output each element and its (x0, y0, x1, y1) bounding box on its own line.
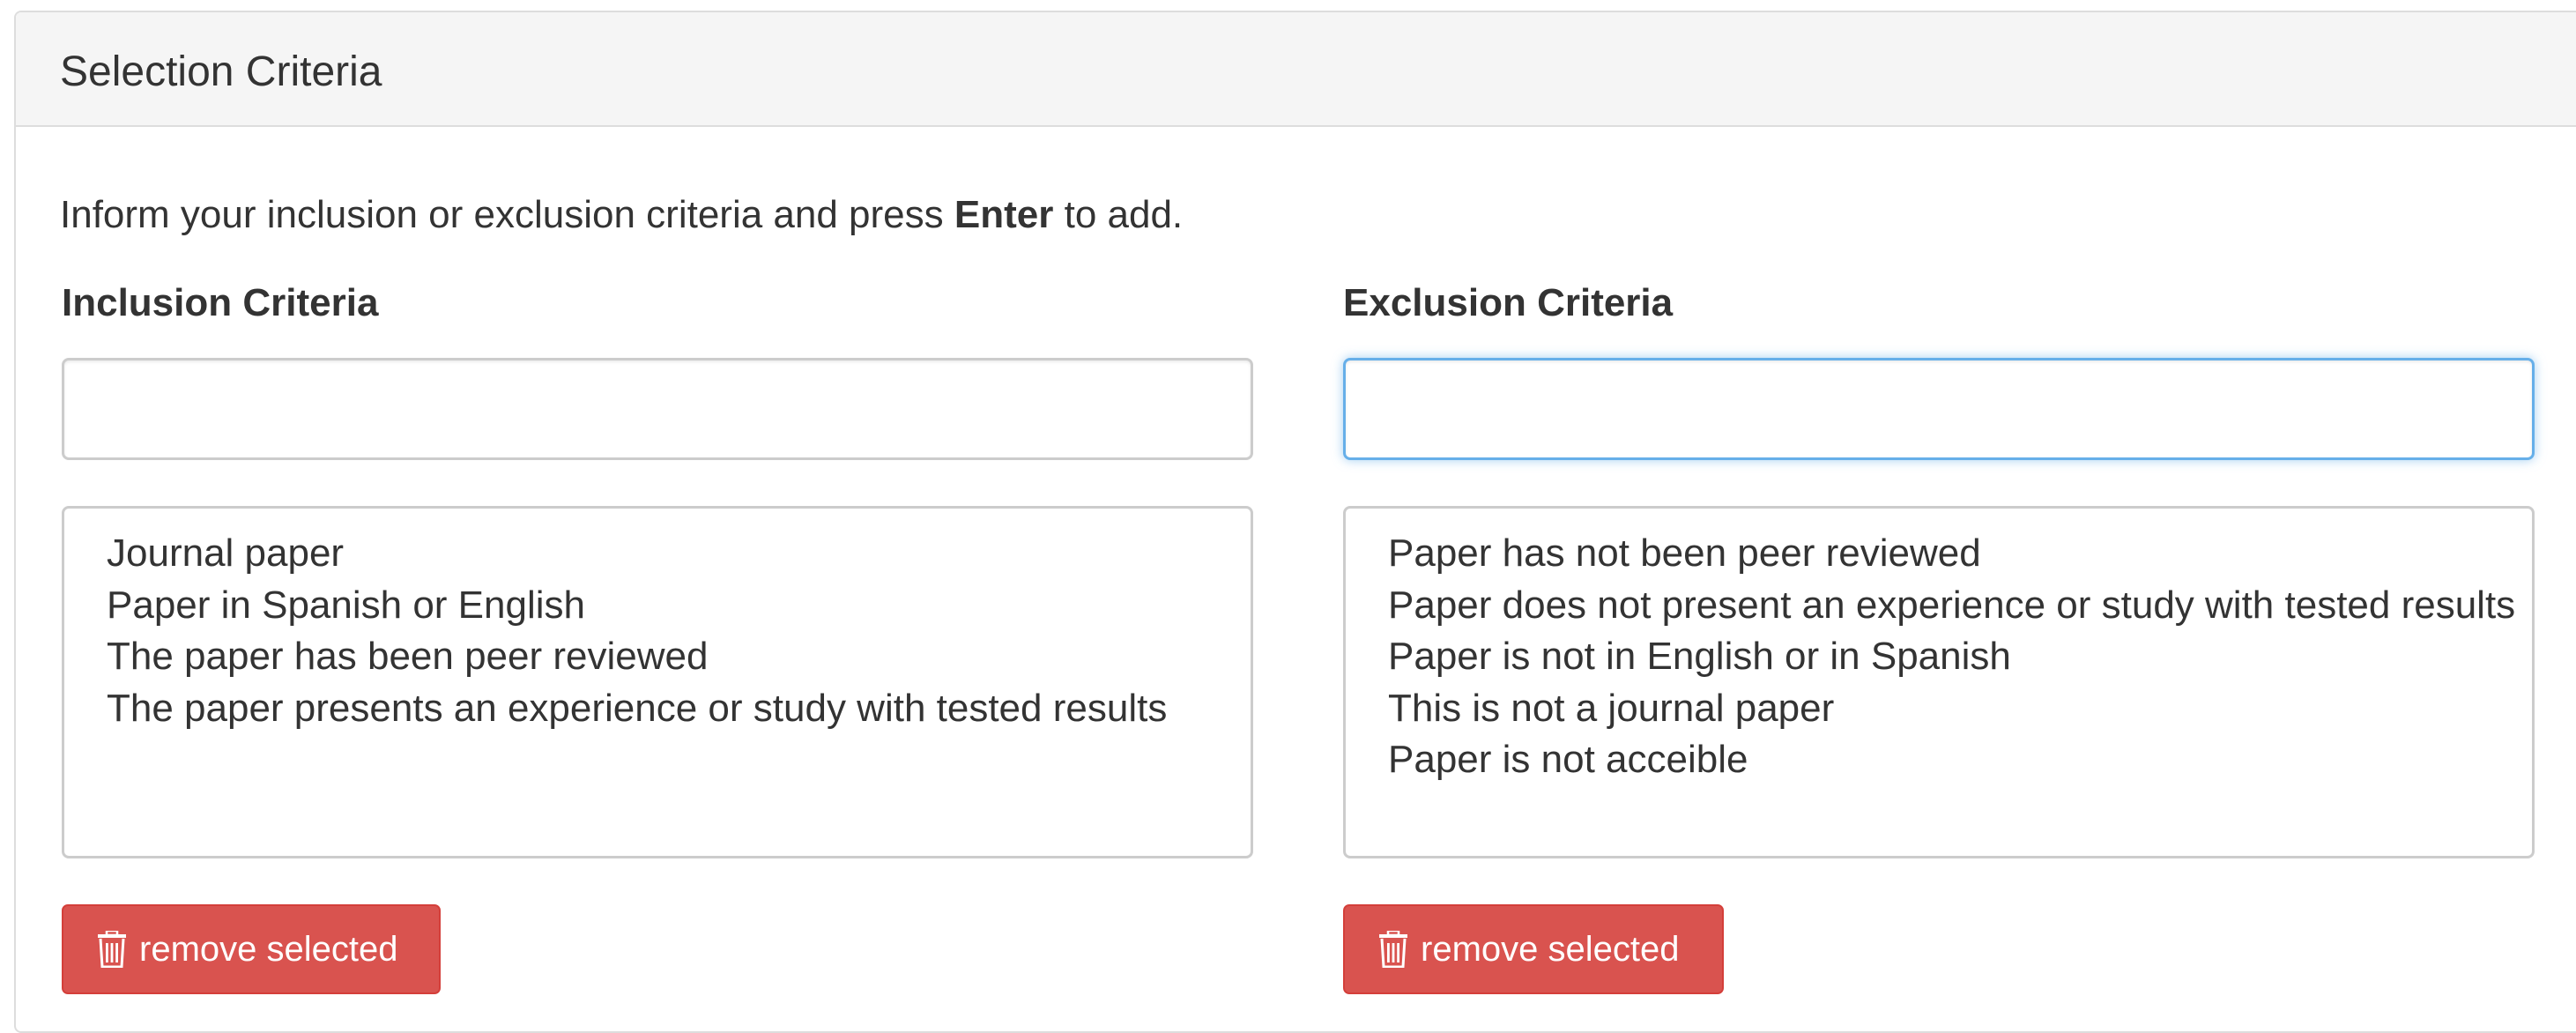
selection-criteria-panel: Selection Criteria Inform your inclusion… (14, 11, 2576, 1033)
list-item[interactable]: The paper presents an experience or stud… (107, 683, 1251, 735)
list-item[interactable]: Journal paper (107, 528, 1251, 580)
panel-title: Selection Criteria (60, 48, 382, 95)
help-text-prefix: Inform your inclusion or exclusion crite… (60, 193, 954, 236)
trash-icon (1378, 931, 1408, 968)
help-text: Inform your inclusion or exclusion crite… (60, 189, 1183, 242)
list-item[interactable]: Paper does not present an experience or … (1388, 580, 2532, 632)
help-text-key: Enter (954, 193, 1054, 236)
list-item[interactable]: The paper has been peer reviewed (107, 631, 1251, 683)
exclusion-column: Exclusion Criteria Paper has not been pe… (1343, 277, 2535, 994)
remove-selected-label: remove selected (139, 929, 398, 969)
remove-selected-inclusion-button[interactable]: remove selected (62, 904, 441, 994)
inclusion-label: Inclusion Criteria (62, 281, 379, 324)
list-item[interactable]: Paper is not in English or in Spanish (1388, 631, 2532, 683)
list-item[interactable]: Paper in Spanish or English (107, 580, 1251, 632)
trash-icon (97, 931, 127, 968)
help-text-suffix: to add. (1053, 193, 1184, 236)
exclusion-criteria-input[interactable] (1343, 358, 2535, 460)
remove-selected-exclusion-button[interactable]: remove selected (1343, 904, 1724, 994)
inclusion-criteria-list[interactable]: Journal paper Paper in Spanish or Englis… (62, 506, 1253, 858)
inclusion-column: Inclusion Criteria Journal paper Paper i… (62, 277, 1253, 994)
list-item[interactable]: This is not a journal paper (1388, 683, 2532, 735)
remove-selected-label: remove selected (1421, 929, 1680, 969)
exclusion-label: Exclusion Criteria (1343, 281, 1674, 324)
list-item[interactable]: Paper has not been peer reviewed (1388, 528, 2532, 580)
inclusion-criteria-input[interactable] (62, 358, 1253, 460)
panel-heading: Selection Criteria (16, 12, 2576, 127)
list-item[interactable]: Paper is not acceible (1388, 734, 2532, 786)
exclusion-criteria-list[interactable]: Paper has not been peer reviewed Paper d… (1343, 506, 2535, 858)
